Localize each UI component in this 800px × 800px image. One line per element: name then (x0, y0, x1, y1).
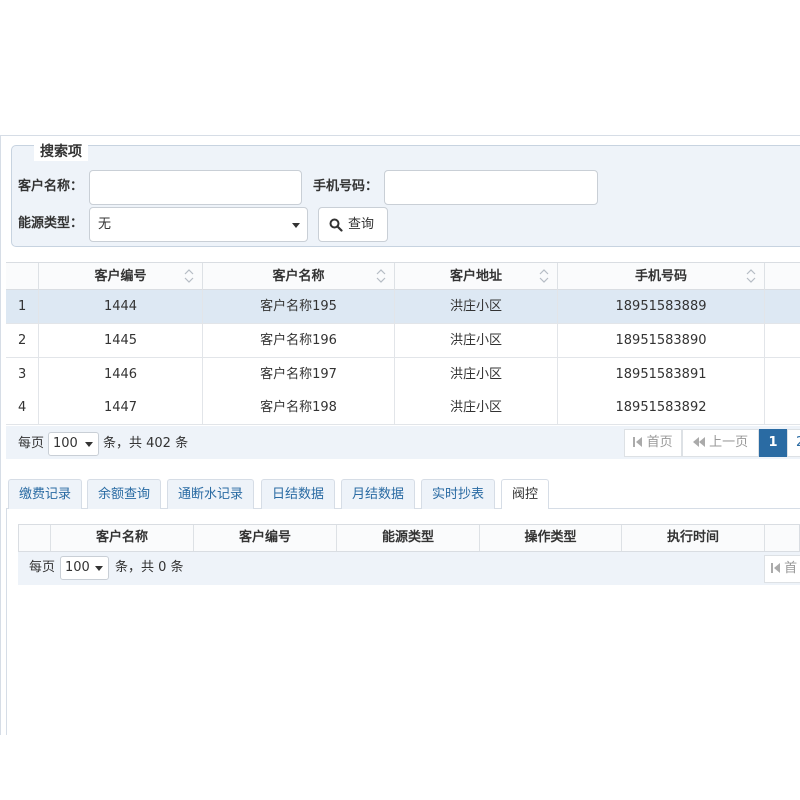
table-row[interactable]: 1 1444 客户名称195 洪庄小区 18951583889 (6, 290, 800, 324)
per-page-label: 每页 (18, 436, 45, 451)
query-button[interactable]: 查询 (318, 207, 388, 242)
phone-field[interactable] (384, 170, 598, 205)
chevron-down-icon (85, 442, 93, 447)
page-2-button[interactable]: 2 (787, 429, 800, 457)
row-index: 1 (6, 290, 39, 323)
sub-total-count: 条，共 0 条 (115, 560, 184, 575)
grid-header: 客户编号 客户名称 客户地址 手机号码 (6, 262, 800, 290)
cell-customer-address: 洪庄小区 (395, 290, 558, 323)
tab-payment-records[interactable]: 缴费记录 (8, 479, 83, 509)
phone-label: 手机号码： (313, 179, 379, 194)
sub-col-index (19, 525, 51, 551)
sort-icon (539, 269, 549, 283)
cell-customer-address: 洪庄小区 (395, 324, 558, 357)
cell-phone: 18951583889 (558, 290, 765, 323)
cell-customer-name: 客户名称195 (203, 290, 395, 323)
sub-col-exec-time[interactable]: 执行时间 (622, 525, 765, 551)
sub-grid-pager: 每页 100 条，共 0 条 首 (18, 552, 800, 585)
cell-customer-name: 客户名称197 (203, 358, 395, 391)
sort-icon (184, 269, 194, 283)
tab-water-switch-records[interactable]: 通断水记录 (167, 479, 255, 509)
cell-phone: 18951583892 (558, 391, 765, 424)
energy-type-select[interactable]: 无 (89, 207, 308, 242)
phone-input[interactable] (385, 171, 597, 204)
tab-realtime-reading[interactable]: 实时抄表 (421, 479, 496, 509)
cell-customer-code: 1446 (39, 358, 203, 391)
cell-customer-code: 1445 (39, 324, 203, 357)
table-row[interactable]: 3 1446 客户名称197 洪庄小区 18951583891 (6, 358, 800, 392)
tab-monthly-data[interactable]: 月结数据 (341, 479, 416, 509)
sub-col-customer-name[interactable]: 客户名称 (51, 525, 194, 551)
cell-customer-code: 1444 (39, 290, 203, 323)
page-size-select[interactable]: 100 (48, 432, 99, 456)
cell-phone: 18951583891 (558, 358, 765, 391)
sub-per-page-label: 每页 (29, 560, 56, 575)
customer-name-input[interactable] (90, 171, 301, 204)
row-index: 3 (6, 358, 39, 391)
tab-daily-data[interactable]: 日结数据 (261, 479, 336, 509)
sort-icon (376, 269, 386, 283)
row-index: 2 (6, 324, 39, 357)
prev-page-button[interactable]: 上一页 (682, 429, 759, 457)
col-customer-address[interactable]: 客户地址 (395, 263, 558, 290)
energy-type-label: 能源类型： (18, 216, 84, 231)
customer-name-field[interactable] (89, 170, 302, 205)
cell-customer-name: 客户名称196 (203, 324, 395, 357)
table-row[interactable]: 2 1445 客户名称196 洪庄小区 18951583890 (6, 324, 800, 358)
cell-customer-address: 洪庄小区 (395, 358, 558, 391)
sort-icon (746, 269, 756, 283)
page-1-button[interactable]: 1 (759, 429, 787, 457)
sub-page-size-select[interactable]: 100 (60, 556, 109, 580)
col-index (6, 263, 39, 290)
table-row[interactable]: 4 1447 客户名称198 洪庄小区 18951583892 (6, 391, 800, 425)
query-button-label: 查询 (348, 217, 375, 232)
col-phone[interactable]: 手机号码 (558, 263, 765, 290)
tab-valve-control[interactable]: 阀控 (501, 479, 550, 510)
tab-balance-query[interactable]: 余额查询 (87, 479, 162, 509)
double-chevron-left-icon (692, 437, 705, 447)
customer-name-label: 客户名称： (18, 179, 84, 194)
total-count: 条，共 402 条 (103, 436, 189, 451)
chevron-down-icon (95, 566, 103, 571)
cell-customer-address: 洪庄小区 (395, 391, 558, 424)
cell-customer-code: 1447 (39, 391, 203, 424)
sub-col-customer-code[interactable]: 客户编号 (194, 525, 337, 551)
cell-phone: 18951583890 (558, 324, 765, 357)
cell-customer-name: 客户名称198 (203, 391, 395, 424)
col-customer-code[interactable]: 客户编号 (39, 263, 203, 290)
energy-type-value: 无 (98, 217, 112, 232)
first-page-button[interactable]: 首页 (624, 429, 682, 457)
sub-grid-header: 客户名称 客户编号 能源类型 操作类型 执行时间 (18, 524, 800, 552)
grid-pager: 每页 100 条，共 402 条 首页 上一页 1 2 (6, 426, 800, 459)
first-page-icon (771, 563, 780, 573)
search-legend: 搜索项 (34, 143, 88, 161)
row-index: 4 (6, 391, 39, 424)
chevron-down-icon (292, 223, 300, 228)
sub-first-page-button[interactable]: 首 (764, 555, 800, 583)
sub-col-energy-type[interactable]: 能源类型 (337, 525, 480, 551)
sub-col-operation-type[interactable]: 操作类型 (480, 525, 622, 551)
col-customer-name[interactable]: 客户名称 (203, 263, 395, 290)
first-page-icon (633, 437, 643, 447)
search-icon (329, 218, 343, 232)
